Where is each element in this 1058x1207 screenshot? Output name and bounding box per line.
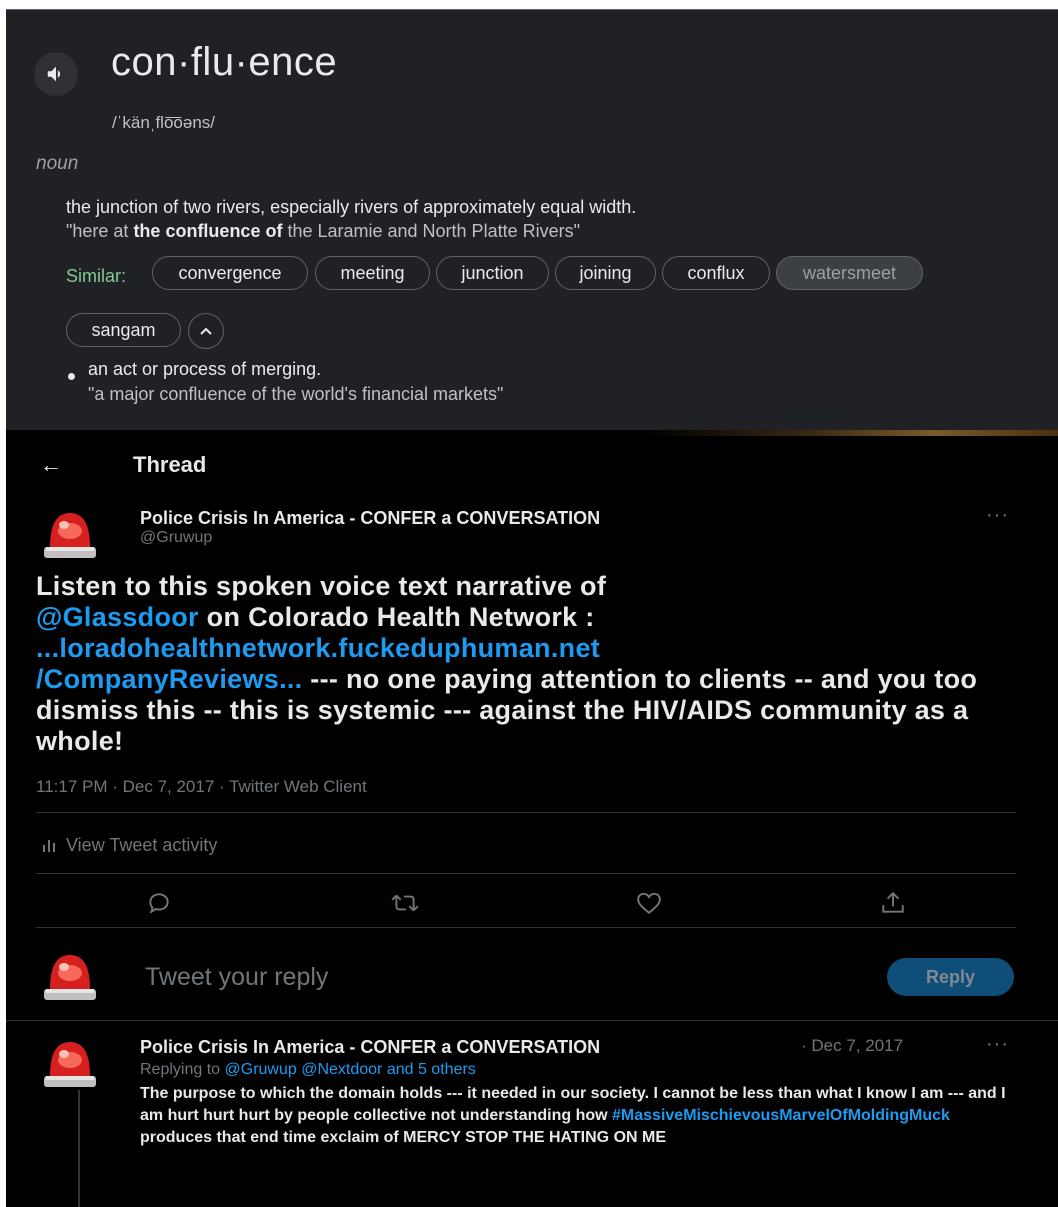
back-arrow-icon[interactable]: ← <box>40 452 62 478</box>
similar-chip-sangam[interactable]: sangam <box>66 313 181 347</box>
page-title: Thread <box>133 452 207 477</box>
background-strip <box>646 430 1058 436</box>
similar-chip-junction[interactable]: junction <box>436 256 549 290</box>
reply-input[interactable]: Tweet your reply <box>145 963 328 992</box>
view-tweet-activity[interactable]: View Tweet activity <box>42 835 217 856</box>
similar-chip-meeting[interactable]: meeting <box>315 256 430 290</box>
like-button[interactable] <box>634 888 664 918</box>
tweet-author-name[interactable]: Police Crisis In America - CONFER a CONV… <box>140 508 600 529</box>
divider <box>6 1020 1058 1021</box>
similar-chip-convergence[interactable]: convergence <box>152 256 308 290</box>
tweet-author-handle[interactable]: @Gruwup <box>140 529 212 547</box>
dictionary-word: con·flu·ence <box>111 40 338 84</box>
divider <box>36 873 1016 874</box>
divider <box>36 927 1016 928</box>
siren-avatar[interactable] <box>40 503 100 563</box>
similar-chip-joining[interactable]: joining <box>555 256 656 290</box>
url-link[interactable]: ...loradohealthnetwork.fuckeduphuman.net <box>36 633 600 663</box>
tweet-text: Listen to this spoken voice text narrati… <box>36 571 978 756</box>
composer-avatar <box>44 955 96 1000</box>
mention-link[interactable]: @Glassdoor <box>36 602 199 632</box>
twitter-thread-panel: ← Thread Police Crisis In America - CONF… <box>6 430 1058 1207</box>
definition-bullet <box>68 373 75 380</box>
reply-more-options-icon[interactable]: ··· <box>986 1033 1009 1056</box>
definition-1: the junction of two rivers, especially r… <box>66 197 637 217</box>
pronunciation-audio-button[interactable] <box>34 52 78 96</box>
replying-to-mentions[interactable]: @Gruwup @Nextdoor and 5 others <box>225 1061 476 1078</box>
reply-author-avatar[interactable] <box>40 1032 100 1092</box>
share-icon <box>882 891 904 913</box>
more-options-icon[interactable]: ··· <box>986 504 1009 527</box>
example-2: "a major confluence of the world's finan… <box>88 384 504 404</box>
similar-chip-conflux[interactable]: conflux <box>662 256 770 290</box>
collapse-similar-button[interactable] <box>188 313 224 349</box>
similar-label: Similar: <box>66 266 127 286</box>
url-link-continued[interactable]: /CompanyReviews... <box>36 664 303 694</box>
reply-author-name[interactable]: Police Crisis In America - CONFER a CONV… <box>140 1037 600 1058</box>
reply-icon <box>149 893 169 914</box>
dictionary-panel: con·flu·ence /ˈkänˌflo͞oəns/ noun the ju… <box>6 9 1058 431</box>
reply-button[interactable] <box>144 888 174 918</box>
definition-2: an act or process of merging. <box>88 359 322 379</box>
thread-connector-line <box>78 1090 80 1207</box>
share-button[interactable] <box>878 888 908 918</box>
reply-text: The purpose to which the domain holds --… <box>140 1085 1006 1146</box>
divider <box>36 812 1016 813</box>
reply-submit-button[interactable]: Reply <box>887 958 1014 996</box>
pronunciation: /ˈkänˌflo͞oəns/ <box>112 113 215 132</box>
reply-timestamp[interactable]: · Dec 7, 2017 <box>801 1036 903 1056</box>
example-1: "here at the confluence of the Laramie a… <box>66 221 580 241</box>
chevron-up-icon <box>200 327 212 335</box>
activity-chart-icon <box>43 840 55 852</box>
part-of-speech: noun <box>36 153 79 174</box>
hashtag-link[interactable]: #MassiveMischievousMarvelOfMoldingMuck <box>612 1107 950 1124</box>
speaker-icon <box>47 66 61 82</box>
retweet-icon <box>391 894 419 912</box>
similar-chip-watersmeet[interactable]: watersmeet <box>776 256 923 290</box>
like-icon <box>637 892 661 915</box>
retweet-button[interactable] <box>390 888 420 918</box>
replying-to: Replying to @Gruwup @Nextdoor and 5 othe… <box>140 1061 476 1078</box>
tweet-timestamp[interactable]: 11:17 PM · Dec 7, 2017 · Twitter Web Cli… <box>36 777 367 797</box>
